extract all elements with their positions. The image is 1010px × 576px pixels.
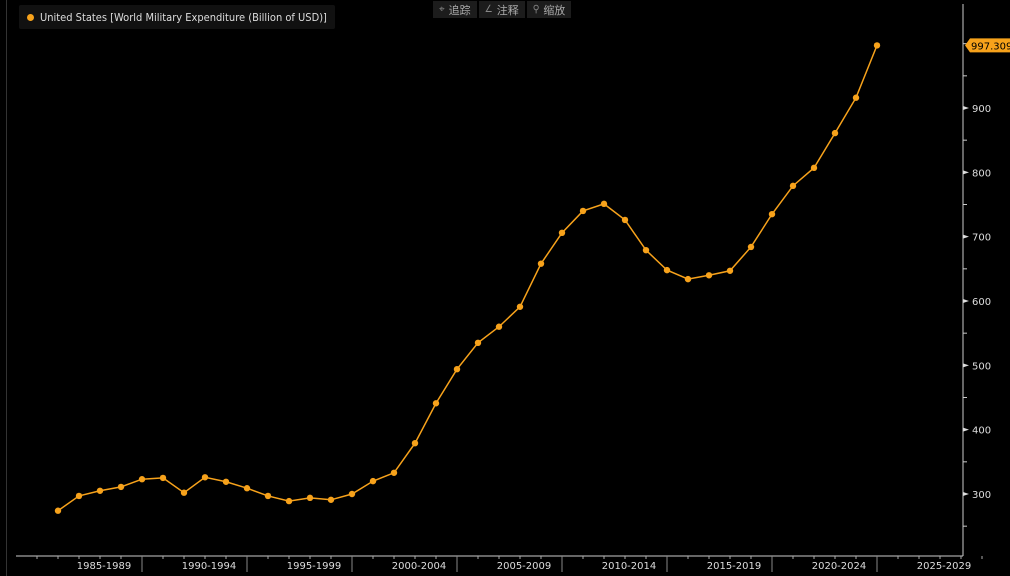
y-tick-mark [963, 363, 969, 368]
data-point [390, 469, 398, 476]
data-point [789, 182, 797, 190]
x-tick-label: 2025-2029 [917, 561, 972, 572]
data-point [222, 478, 230, 485]
last-value-label: 997.309 [971, 41, 1010, 52]
annotate-label: 注释 [496, 3, 519, 17]
line-chart: 300 400 500 600 700 800 900 1985-1989 1990-1994 1… [16, 4, 1010, 572]
data-point [558, 229, 566, 237]
legend-label: United States [World Military Expenditur… [40, 10, 327, 24]
x-tick-label: 2005-2009 [497, 561, 552, 572]
data-point [495, 323, 503, 330]
data-point [642, 246, 650, 254]
y-tick-label: 600 [972, 297, 991, 308]
data-point [264, 492, 272, 500]
data-point [75, 492, 83, 500]
data-point [747, 243, 755, 251]
legend[interactable]: United States [World Military Expenditur… [19, 5, 335, 29]
y-tick-mark [963, 427, 969, 432]
data-point [411, 439, 419, 447]
data-point [369, 477, 377, 485]
y-tick-label: 400 [972, 426, 991, 437]
x-tick-label: 1990-1994 [182, 561, 237, 572]
data-point [159, 474, 167, 482]
series-line [57, 45, 878, 512]
data-point [852, 94, 860, 101]
data-point [180, 489, 188, 496]
y-tick-mark [963, 106, 969, 110]
data-point [285, 497, 293, 505]
y-tick-label: 300 [972, 490, 991, 501]
data-point [96, 487, 104, 494]
crosshair-icon: ⌖ [439, 4, 445, 15]
data-point [474, 339, 482, 347]
y-tick-mark [963, 299, 969, 303]
data-point [432, 400, 440, 407]
x-tick-label: 1985-1989 [77, 561, 132, 572]
data-point [327, 496, 335, 503]
data-point [138, 476, 146, 483]
y-tick-label: 500 [972, 361, 991, 372]
y-tick-label: 700 [972, 233, 991, 244]
y-tick-mark [963, 492, 969, 496]
data-point [810, 164, 818, 172]
zoom-icon: ⚲ [532, 4, 540, 15]
data-point [306, 494, 314, 502]
data-point [768, 210, 776, 218]
data-point [831, 129, 839, 137]
zoom-button[interactable]: ⚲ 缩放 [526, 1, 572, 18]
data-point [873, 42, 881, 49]
data-point [453, 365, 461, 373]
annotate-icon: ∠ [484, 4, 493, 15]
zoom-label: 缩放 [543, 3, 566, 17]
annotate-button[interactable]: ∠ 注释 [478, 1, 525, 18]
data-point [348, 490, 356, 498]
data-point [537, 260, 545, 267]
data-point [579, 207, 587, 215]
data-point [516, 303, 524, 310]
x-tick-label: 2020-2024 [812, 561, 867, 572]
data-point [201, 474, 209, 481]
y-tick-label: 800 [972, 168, 991, 179]
track-label: 追踪 [448, 3, 471, 17]
data-point [243, 485, 251, 492]
x-tick-label: 1995-1999 [287, 561, 342, 572]
x-tick-label: 2000-2004 [392, 561, 447, 572]
track-button[interactable]: ⌖ 追踪 [433, 1, 477, 18]
y-tick-mark [963, 234, 969, 239]
x-tick-label: 2010-2014 [602, 561, 657, 572]
data-point [663, 266, 671, 274]
data-point [54, 507, 62, 514]
data-point [117, 483, 125, 491]
y-tick-mark [963, 170, 969, 175]
data-point [684, 275, 692, 283]
data-point [600, 200, 608, 208]
data-point [705, 272, 713, 279]
y-tick-label: 900 [972, 104, 991, 115]
x-tick-label: 2015-2019 [707, 561, 762, 572]
data-point [726, 267, 734, 274]
legend-marker-icon [27, 13, 34, 21]
chart-toolbar: ⌖ 追踪 ∠ 注释 ⚲ 缩放 [433, 1, 572, 18]
data-point [621, 216, 629, 224]
